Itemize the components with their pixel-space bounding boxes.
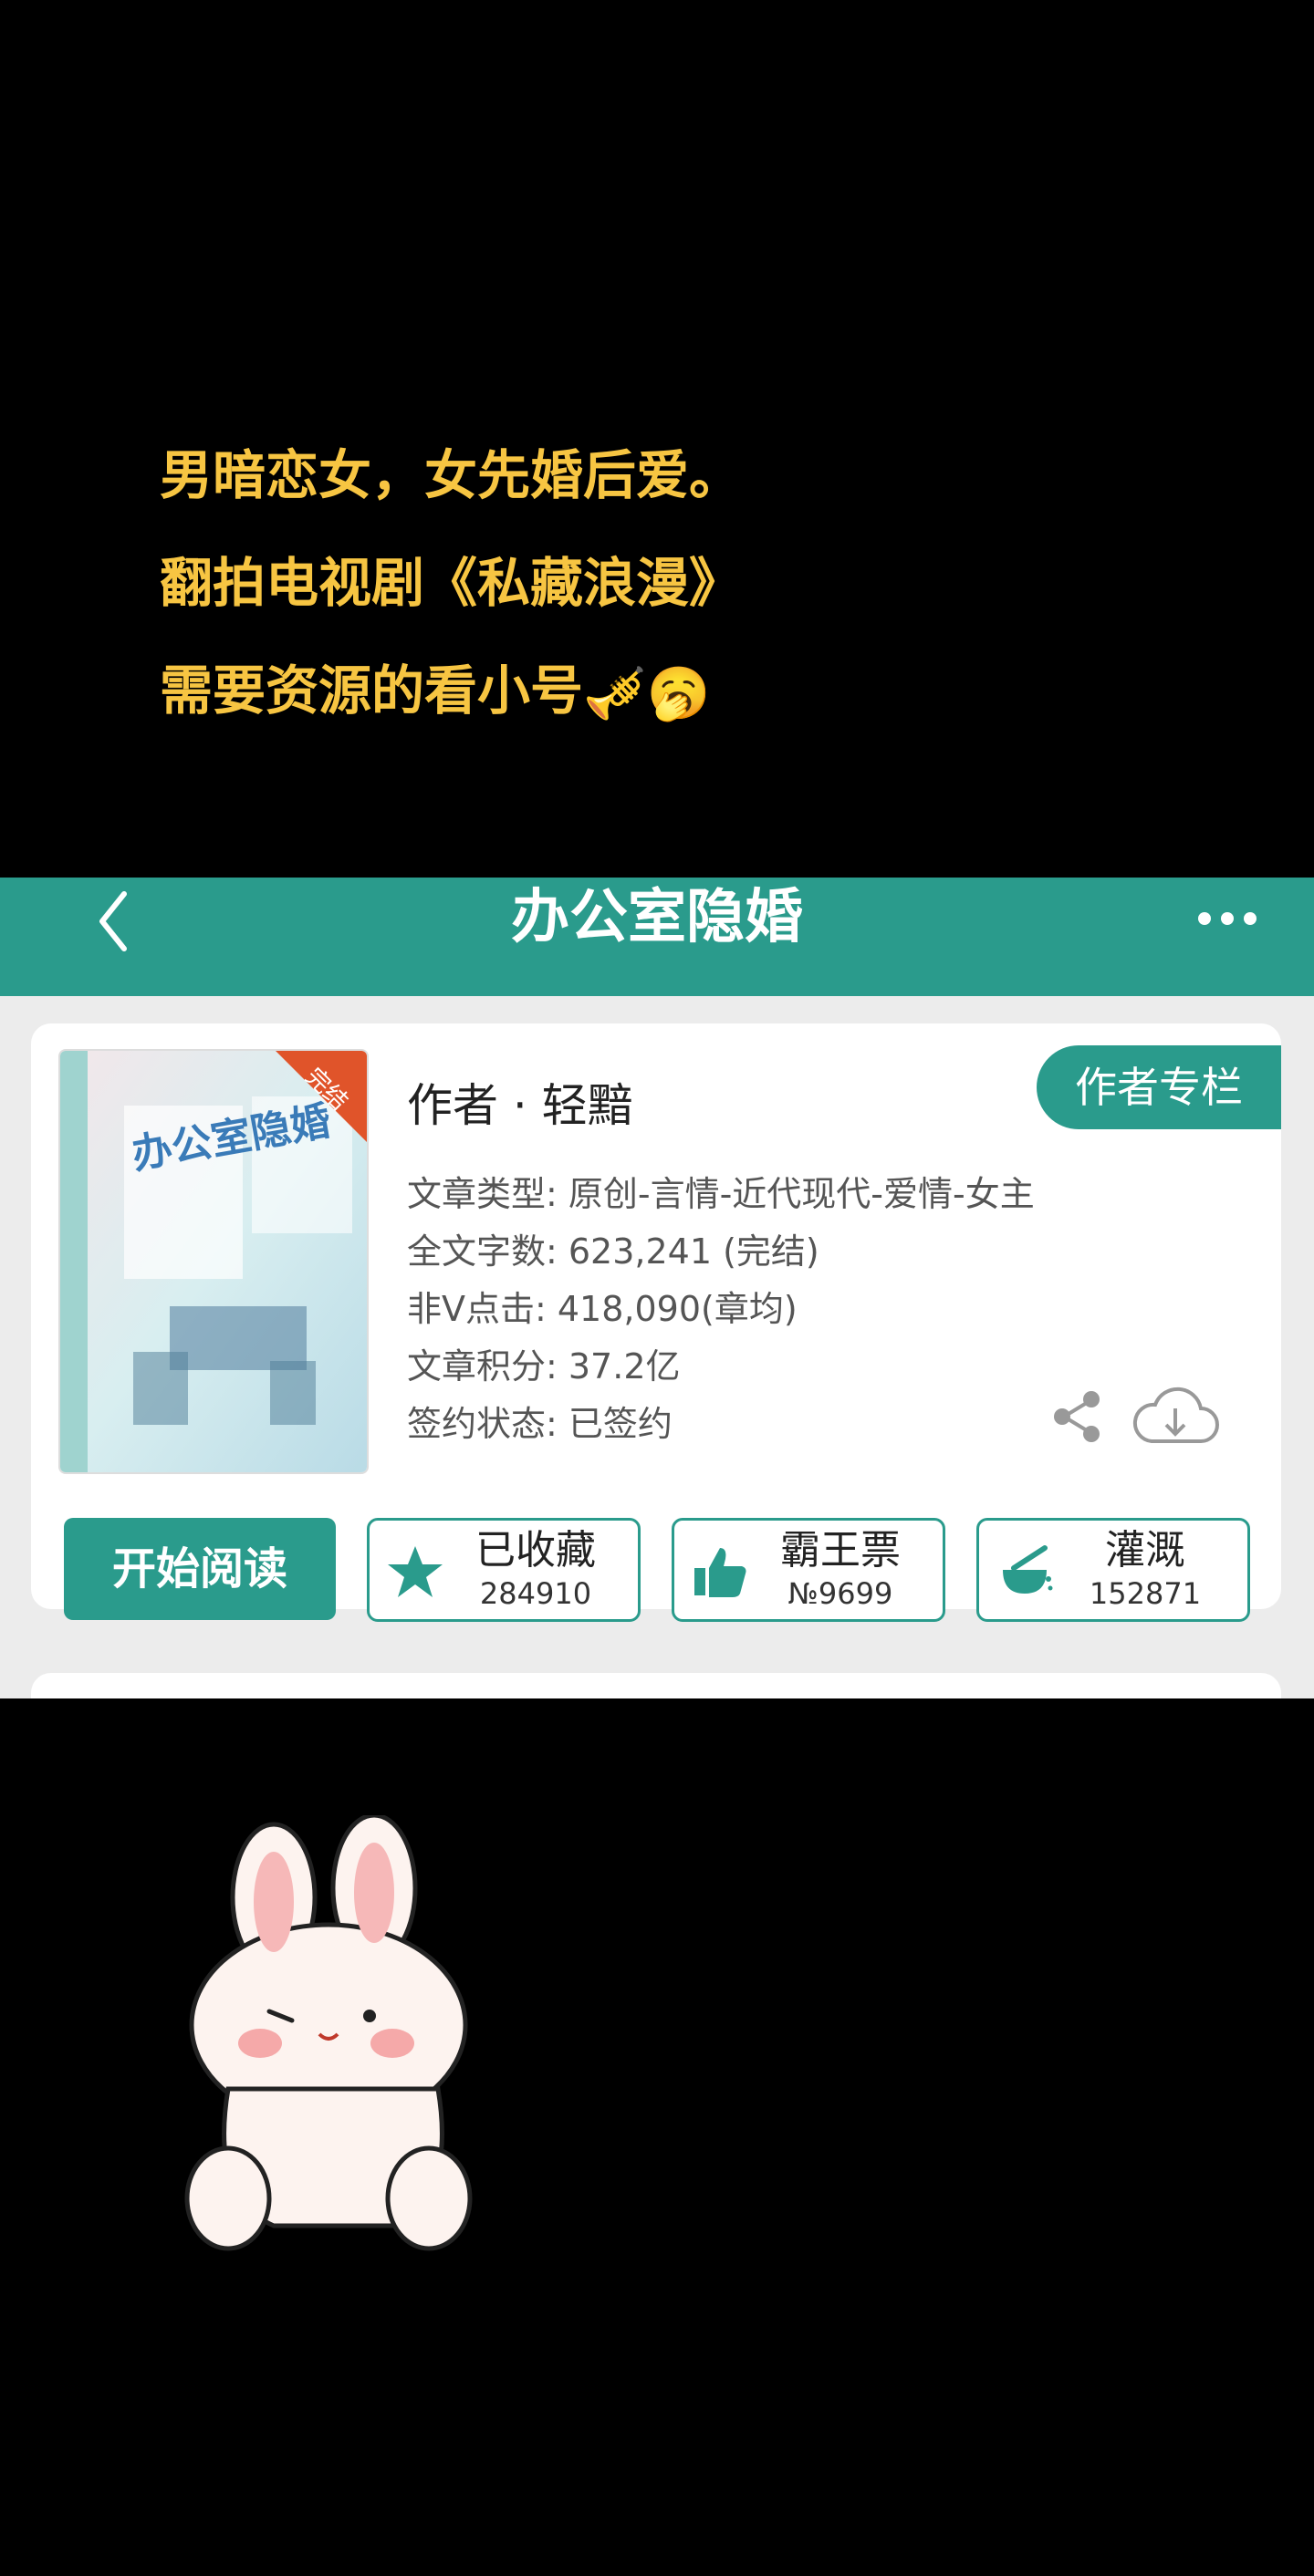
page-title: 办公室隐婚 [511,884,803,951]
nav-bar: 办公室隐婚 [0,878,1314,996]
water-label: 灌溉 [1105,1527,1185,1574]
trumpet-icon: 🎺 [583,663,647,723]
yawn-face-icon: 🥱 [646,663,711,723]
download-icon[interactable] [1132,1381,1219,1450]
caption-text: 男暗恋女，女先婚后爱。 翻拍电视剧《私藏浪漫》 需要资源的看小号🎺🥱 [160,421,742,744]
collect-label: 已收藏 [475,1527,596,1574]
ticket-label: 霸王票 [780,1527,901,1574]
more-icon[interactable] [1195,905,1259,932]
book-card: 完结 办公室隐婚 作者 · 轻黯 作者专栏 文章类型: 原创-言情-近代现代-爱… [31,1023,1281,1622]
next-card [31,1673,1281,1698]
caption-line-2: 翻拍电视剧《私藏浪漫》 [160,552,743,614]
caption-line-3-text: 需要资源的看小号 [160,660,584,722]
collect-button[interactable]: 已收藏 284910 [367,1518,641,1622]
water-count: 152871 [1089,1576,1202,1611]
water-button[interactable]: 灌溉 152871 [976,1518,1250,1622]
app-screenshot: 办公室隐婚 完结 办公室隐婚 作者 · 轻黯 作者专栏 文章类型: 原创-言情-… [0,878,1314,1698]
caption-line-3: 需要资源的看小号🎺🥱 [160,637,742,744]
author-name[interactable]: 作者 · 轻黯 [407,1069,633,1135]
bunny-sticker [184,1815,473,2251]
book-cover[interactable]: 完结 办公室隐婚 [58,1049,369,1474]
caption-line-1: 男暗恋女，女先婚后爱。 [160,444,743,506]
author-column-button[interactable]: 作者专栏 [1037,1045,1281,1129]
info-row-score: 文章积分: 37.2亿 [407,1346,681,1387]
start-reading-button[interactable]: 开始阅读 [64,1518,336,1620]
info-row-clicks: 非Ⅴ点击: 418,090(章均) [407,1289,798,1329]
ticket-count: №9699 [787,1576,893,1611]
book-info: 文章类型: 原创-言情-近代现代-爱情-女主 全文字数: 623,241 (完结… [407,1166,1035,1453]
info-row-signed: 签约状态: 已签约 [407,1404,673,1444]
info-row-type: 文章类型: 原创-言情-近代现代-爱情-女主 [407,1174,1035,1214]
info-row-wordcount: 全文字数: 623,241 (完结) [407,1231,819,1272]
share-icon[interactable] [1049,1388,1106,1445]
ticket-button[interactable]: 霸王票 №9699 [672,1518,945,1622]
collect-count: 284910 [479,1576,592,1611]
